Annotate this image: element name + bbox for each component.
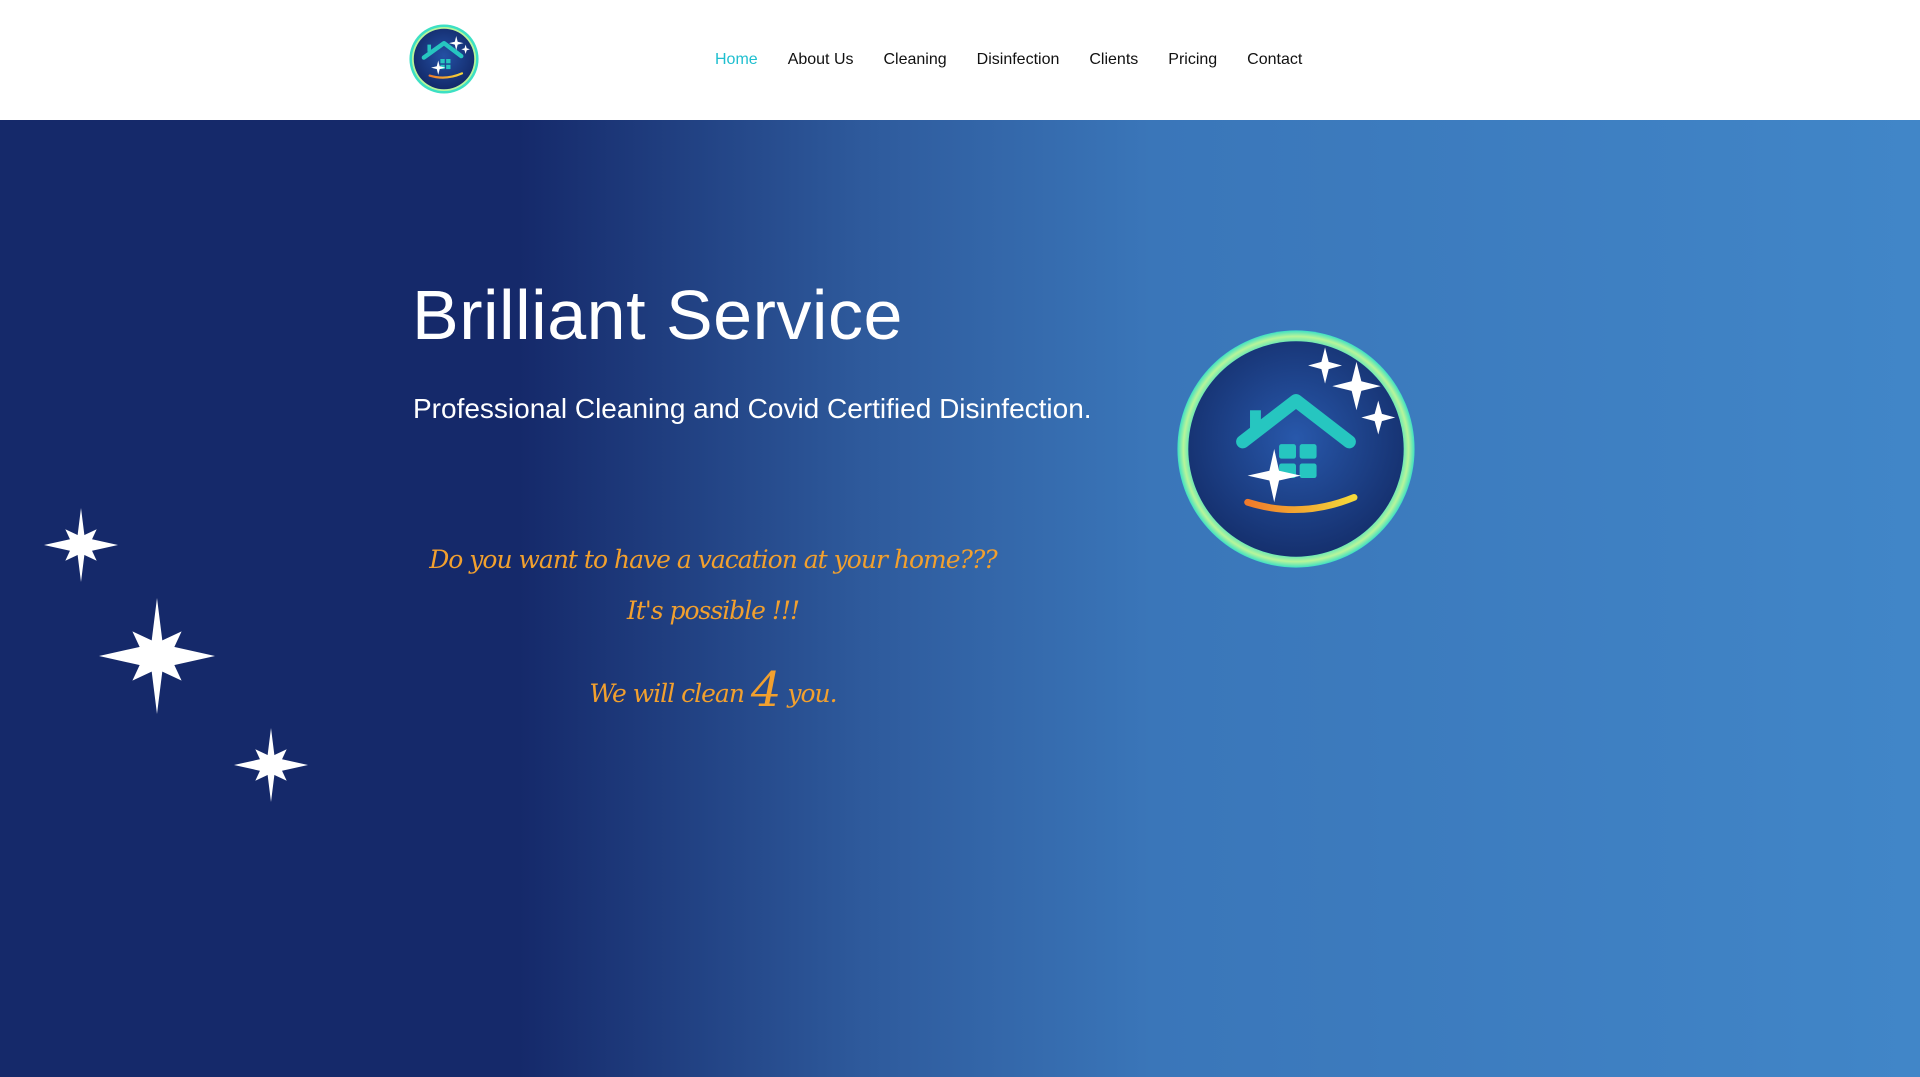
site-header: Home About Us Cleaning Disinfection Clie… bbox=[0, 0, 1920, 120]
nav-item-disinfection[interactable]: Disinfection bbox=[962, 51, 1075, 69]
nav-item-clients[interactable]: Clients bbox=[1074, 51, 1153, 69]
hero-subtitle: Professional Cleaning and Covid Certifie… bbox=[413, 393, 1092, 424]
sparkle-star-icon bbox=[44, 508, 118, 582]
nav-item-contact[interactable]: Contact bbox=[1232, 51, 1317, 69]
house-sparkle-logo-icon bbox=[1177, 330, 1415, 568]
tagline-possible: It's possible !!! bbox=[626, 596, 800, 625]
tagline-we-will-clean: We will clean 4 you. bbox=[413, 662, 1013, 718]
nav-item-home[interactable]: Home bbox=[700, 51, 773, 69]
tagline-number: 4 bbox=[750, 662, 782, 718]
main-nav: Home About Us Cleaning Disinfection Clie… bbox=[700, 0, 1317, 120]
tagline-question: Do you want to have a vacation at your h… bbox=[429, 545, 997, 574]
page: Home About Us Cleaning Disinfection Clie… bbox=[0, 0, 1920, 1077]
nav-item-pricing[interactable]: Pricing bbox=[1153, 51, 1232, 69]
sparkle-star-icon bbox=[99, 598, 215, 714]
hero-title: Brilliant Service bbox=[412, 276, 903, 354]
tagline-text-before: We will clean bbox=[589, 679, 751, 708]
tagline-text-after: you. bbox=[780, 679, 837, 708]
site-logo-icon[interactable] bbox=[408, 23, 480, 95]
nav-item-about-us[interactable]: About Us bbox=[773, 51, 869, 69]
nav-item-cleaning[interactable]: Cleaning bbox=[869, 51, 962, 69]
hero-section: Brilliant Service Professional Cleaning … bbox=[0, 120, 1920, 1077]
sparkle-star-icon bbox=[234, 728, 308, 802]
